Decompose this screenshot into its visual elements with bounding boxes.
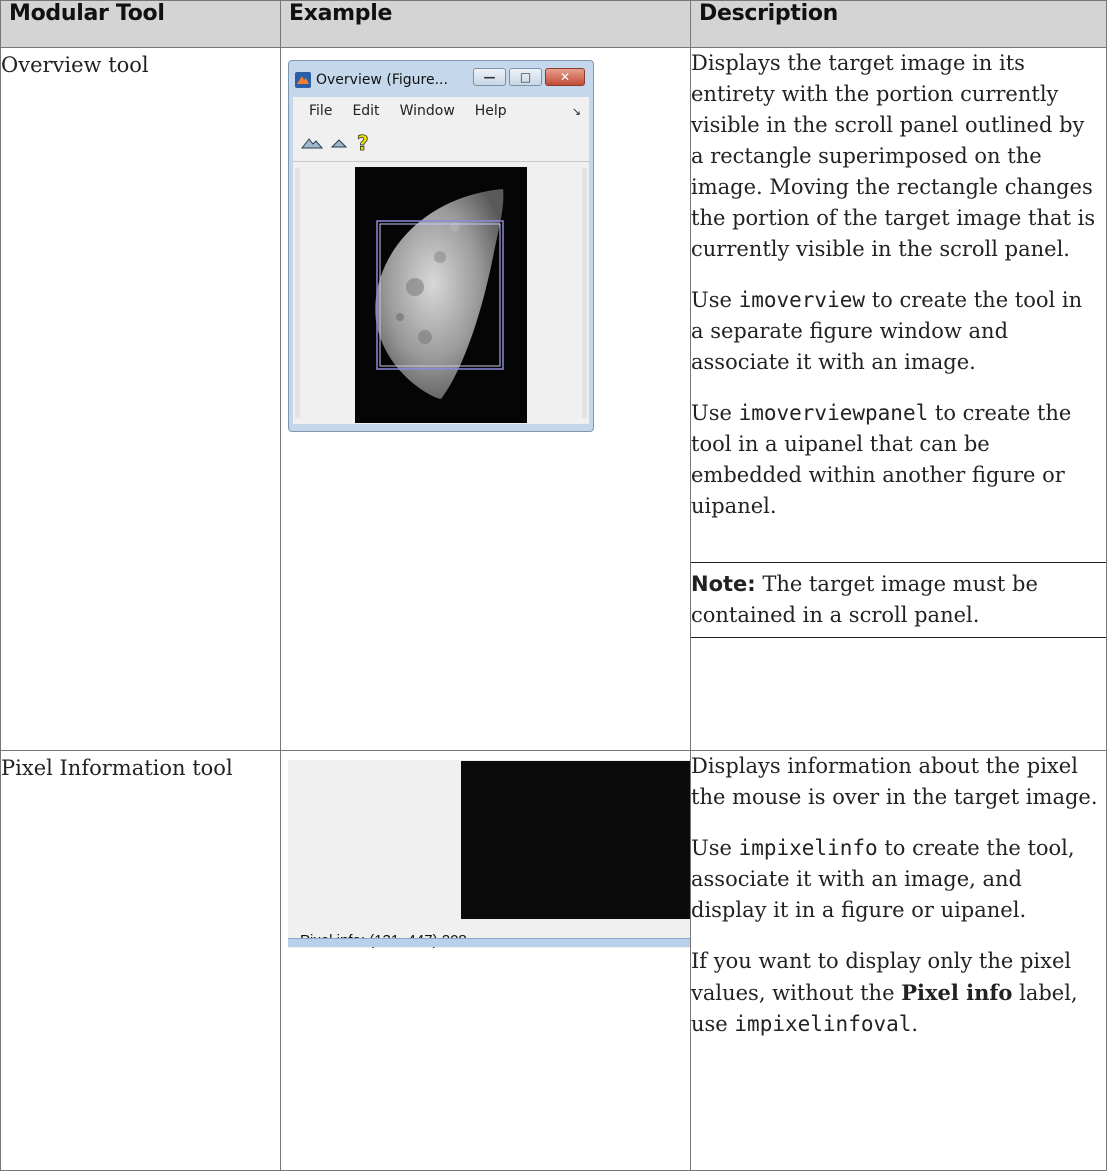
pixel-info-panel: Pixel info: (131, 447) 208 [288,760,690,948]
overview-window: Overview (Figure... — □ ✕ File Edit Wind… [288,60,594,432]
description-cell-pixel-info: Displays information about the pixel the… [690,750,1107,1171]
scroll-track-right [582,168,587,418]
zoom-in-mountain-icon[interactable] [301,136,323,150]
pixel-info-bottom-bar [288,938,690,947]
table-header-row: Modular Tool Example Description [0,0,1107,48]
dock-arrow-icon[interactable]: ↘ [572,105,581,118]
note-label: Note: [691,572,756,596]
moon-image [355,167,527,423]
usage-impixelinfoval: If you want to display only the pixel va… [691,949,1078,1036]
close-icon: ✕ [559,70,571,84]
close-button[interactable]: ✕ [545,68,585,86]
moon-graphic [375,189,504,399]
minimize-icon: — [483,70,496,84]
window-controls: — □ ✕ [473,68,585,86]
header-example: Example [280,0,691,48]
maximize-button[interactable]: □ [509,68,542,86]
overview-canvas [293,162,589,424]
code-imoverviewpanel: imoverviewpanel [738,401,929,425]
svg-text:?: ? [357,132,369,154]
note-box: Note: The target image must be contained… [691,562,1106,638]
matlab-icon [295,72,311,88]
tool-name-overview: Overview tool [0,47,281,751]
scroll-track-left [295,168,300,418]
pixel-info-term: Pixel info [901,980,1013,1005]
zoom-out-mountain-icon[interactable] [331,137,347,149]
header-description: Description [690,0,1107,48]
usage-impixelinfo: Use impixelinfo to create the tool, asso… [691,836,1075,922]
toolbar: ? [293,125,589,162]
code-impixelinfo: impixelinfo [738,836,878,860]
tool-name-pixel-info: Pixel Information tool [0,750,281,1171]
menu-help[interactable]: Help [475,103,507,119]
code-imoverview: imoverview [738,288,866,312]
help-question-icon[interactable]: ? [355,132,371,154]
minimize-button[interactable]: — [473,68,506,86]
maximize-icon: □ [519,70,532,84]
window-title: Overview (Figure... [316,72,448,88]
menu-bar: File Edit Window Help ↘ [293,97,589,125]
usage-imoverview: Use imoverview to create the tool in a s… [691,288,1083,374]
description-cell-overview: Displays the target image in its entiret… [690,47,1107,751]
menu-file[interactable]: File [309,103,332,119]
header-modular-tool: Modular Tool [0,0,281,48]
menu-edit[interactable]: Edit [352,103,379,119]
description-text: Displays information about the pixel the… [691,754,1098,809]
menu-window[interactable]: Window [400,103,455,119]
usage-imoverviewpanel: Use imoverviewpanel to create the tool i… [691,401,1072,518]
dark-image-region [461,761,690,919]
code-impixelinfoval: impixelinfoval [734,1012,912,1036]
description-text: Displays the target image in its entiret… [691,51,1096,261]
